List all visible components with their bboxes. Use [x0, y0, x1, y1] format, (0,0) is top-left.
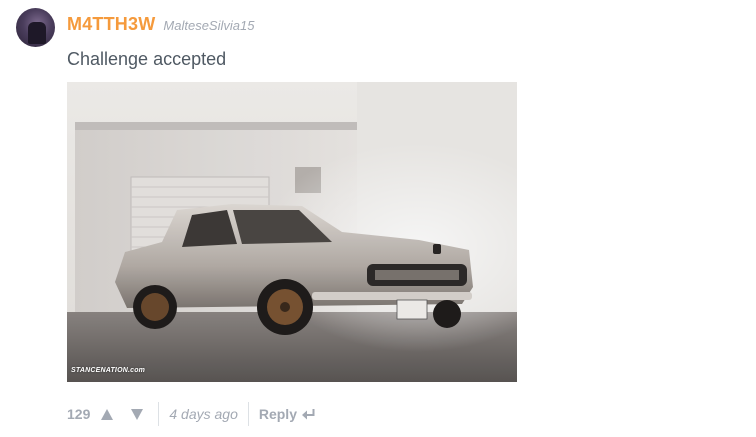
- avatar-figure: [28, 22, 46, 44]
- upvote-button[interactable]: [98, 405, 116, 423]
- user-handle[interactable]: MalteseSilvia15: [163, 18, 254, 33]
- comment-footer: 129 4 days ago Reply: [67, 402, 315, 426]
- footer-divider: [247, 402, 249, 426]
- triangle-up-icon: [101, 408, 114, 420]
- reply-label: Reply: [258, 406, 297, 422]
- avatar[interactable]: [16, 8, 55, 47]
- reply-button[interactable]: Reply: [259, 406, 315, 422]
- timestamp[interactable]: 4 days ago: [169, 406, 238, 422]
- car-photo: [67, 82, 517, 382]
- footer-divider: [158, 402, 160, 426]
- downvote-button[interactable]: [128, 405, 146, 423]
- image-watermark: STANCENATION.com: [71, 367, 146, 374]
- triangle-down-icon: [131, 408, 144, 420]
- comment: M4TTH3W MalteseSilvia15 Challenge accept…: [0, 0, 756, 437]
- comment-image[interactable]: STANCENATION.com: [67, 82, 517, 382]
- comment-text: Challenge accepted: [67, 49, 227, 69]
- comment-header: M4TTH3W MalteseSilvia15: [67, 14, 254, 35]
- username[interactable]: M4TTH3W: [67, 14, 155, 35]
- vote-count: 129: [67, 406, 91, 422]
- reply-arrow-icon: [301, 408, 315, 419]
